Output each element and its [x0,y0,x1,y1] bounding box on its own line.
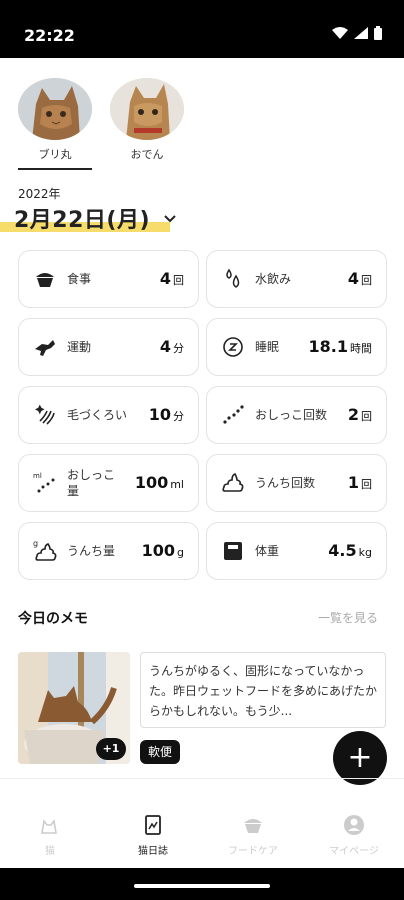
memo-section-title: 今日のメモ [18,611,88,627]
stat-value: 100 g [141,541,184,560]
profile-icon [344,815,364,835]
poop-amount-icon: g [33,539,57,561]
chevron-down-icon [164,215,176,223]
nav-item-food-care[interactable]: フードケア [203,812,303,857]
poop-count-icon [222,473,244,492]
pet-name: ブリ丸 [38,148,72,161]
plus-icon: + [347,740,373,775]
stat-value: 4.5 kg [328,541,372,560]
stat-card-water[interactable]: 水飲み 4回 [206,250,387,308]
stat-label: おしっこ 量 [67,468,116,498]
stat-unit: 回 [361,478,372,491]
stat-card-grooming[interactable]: 毛づくろい 10 分 [18,386,199,444]
stat-card-weight[interactable]: 体重 4.5 kg [206,522,387,580]
cat-icon [41,819,57,834]
svg-text:ml: ml [33,472,42,480]
stat-label: うんち回数 [255,476,316,490]
svg-text:g: g [33,539,38,548]
stat-value: 10 分 [148,405,184,424]
wifi-icon [332,27,348,39]
year-label: 2022年 [18,187,61,201]
stat-value: 18.1 時間 [308,337,372,356]
date-label: 2月22日(月) [14,208,151,233]
bowl-icon [36,273,54,287]
stat-card-exercise[interactable]: 運動 4分 [18,318,199,376]
status-time: 22:22 [24,26,75,45]
stat-unit: 分 [173,342,184,355]
stat-unit: 分 [173,410,184,423]
divider [0,778,404,779]
stat-label: 水飲み [255,272,292,286]
stat-card-poop-amount[interactable]: g うんち量 100 g [18,522,199,580]
bottom-nav: 猫 猫日誌 フードケア マイページ [0,800,404,868]
date-picker[interactable]: 2月22日(月) [14,202,176,234]
sleep-icon [223,337,243,357]
stat-label: 食事 [67,272,92,286]
pet-name: おでん [130,148,164,161]
stat-unit: 回 [173,274,184,287]
memo-tag: 軟便 [140,740,181,764]
battery-icon [374,26,382,40]
stat-unit: 回 [361,274,372,287]
water-drops-icon [226,268,240,288]
stat-value: 2回 [347,405,372,424]
stat-value: 4回 [159,269,184,288]
home-indicator[interactable] [134,884,270,888]
stat-unit: g [177,546,184,559]
pet-tab-buri[interactable]: ブリ丸 [18,78,92,170]
stat-value: 4分 [159,337,184,356]
avatar [18,78,92,140]
stat-label: 毛づくろい [67,408,128,422]
add-record-button[interactable]: + [333,731,387,785]
food-care-icon [244,819,262,833]
stat-unit: 回 [361,410,372,423]
pee-count-icon [223,405,244,424]
stat-card-poop-count[interactable]: うんち回数 1回 [206,454,387,512]
stat-label: 運動 [67,340,92,354]
stat-label: 睡眠 [255,340,280,354]
nav-label: 猫 [45,846,55,857]
stat-unit: 時間 [350,342,372,355]
stat-card-pee-count[interactable]: おしっこ回数 2回 [206,386,387,444]
stat-card-sleep[interactable]: 睡眠 18.1 時間 [206,318,387,376]
stat-label: おしっこ回数 [255,408,328,422]
diary-icon [145,815,161,835]
nav-label: フードケア [228,846,278,857]
nav-label: 猫日誌 [138,846,168,857]
pet-selector: ブリ丸 おでん [0,78,404,170]
stat-unit: ml [170,478,184,491]
avatar [110,78,184,140]
stat-card-pee-amount[interactable]: ml おしっこ 量 100 ml [18,454,199,512]
active-pet-underline [18,168,92,170]
running-cat-icon [35,340,55,356]
status-bar: 22:22 [0,0,404,58]
stat-card-meal[interactable]: 食事 4回 [18,250,199,308]
pee-amount-icon: ml [33,472,55,493]
memo-photo[interactable]: +1 [18,652,130,764]
nav-label: マイページ [329,846,379,857]
memo-text[interactable]: うんちがゆるく、固形になっていなかった。昨日ウェットフードを多めにあげたからかも… [140,652,386,728]
nav-item-mypage[interactable]: マイページ [304,812,404,857]
scale-icon [224,542,242,560]
grooming-icon [35,404,55,425]
photo-count-badge: +1 [96,738,126,760]
nav-item-diary[interactable]: 猫日誌 [103,812,203,857]
status-icons [332,26,382,40]
stat-value: 4回 [347,269,372,288]
nav-item-cat[interactable]: 猫 [0,812,100,857]
stat-value: 100 ml [134,473,184,492]
memo-see-all-link[interactable]: 一覧を見る [318,609,378,626]
signal-icon [354,27,368,39]
stat-label: 体重 [255,544,280,558]
pet-tab-oden[interactable]: おでん [110,78,184,162]
stat-label: うんち量 [67,544,116,558]
stat-value: 1回 [347,473,372,492]
stat-unit: kg [358,546,372,559]
